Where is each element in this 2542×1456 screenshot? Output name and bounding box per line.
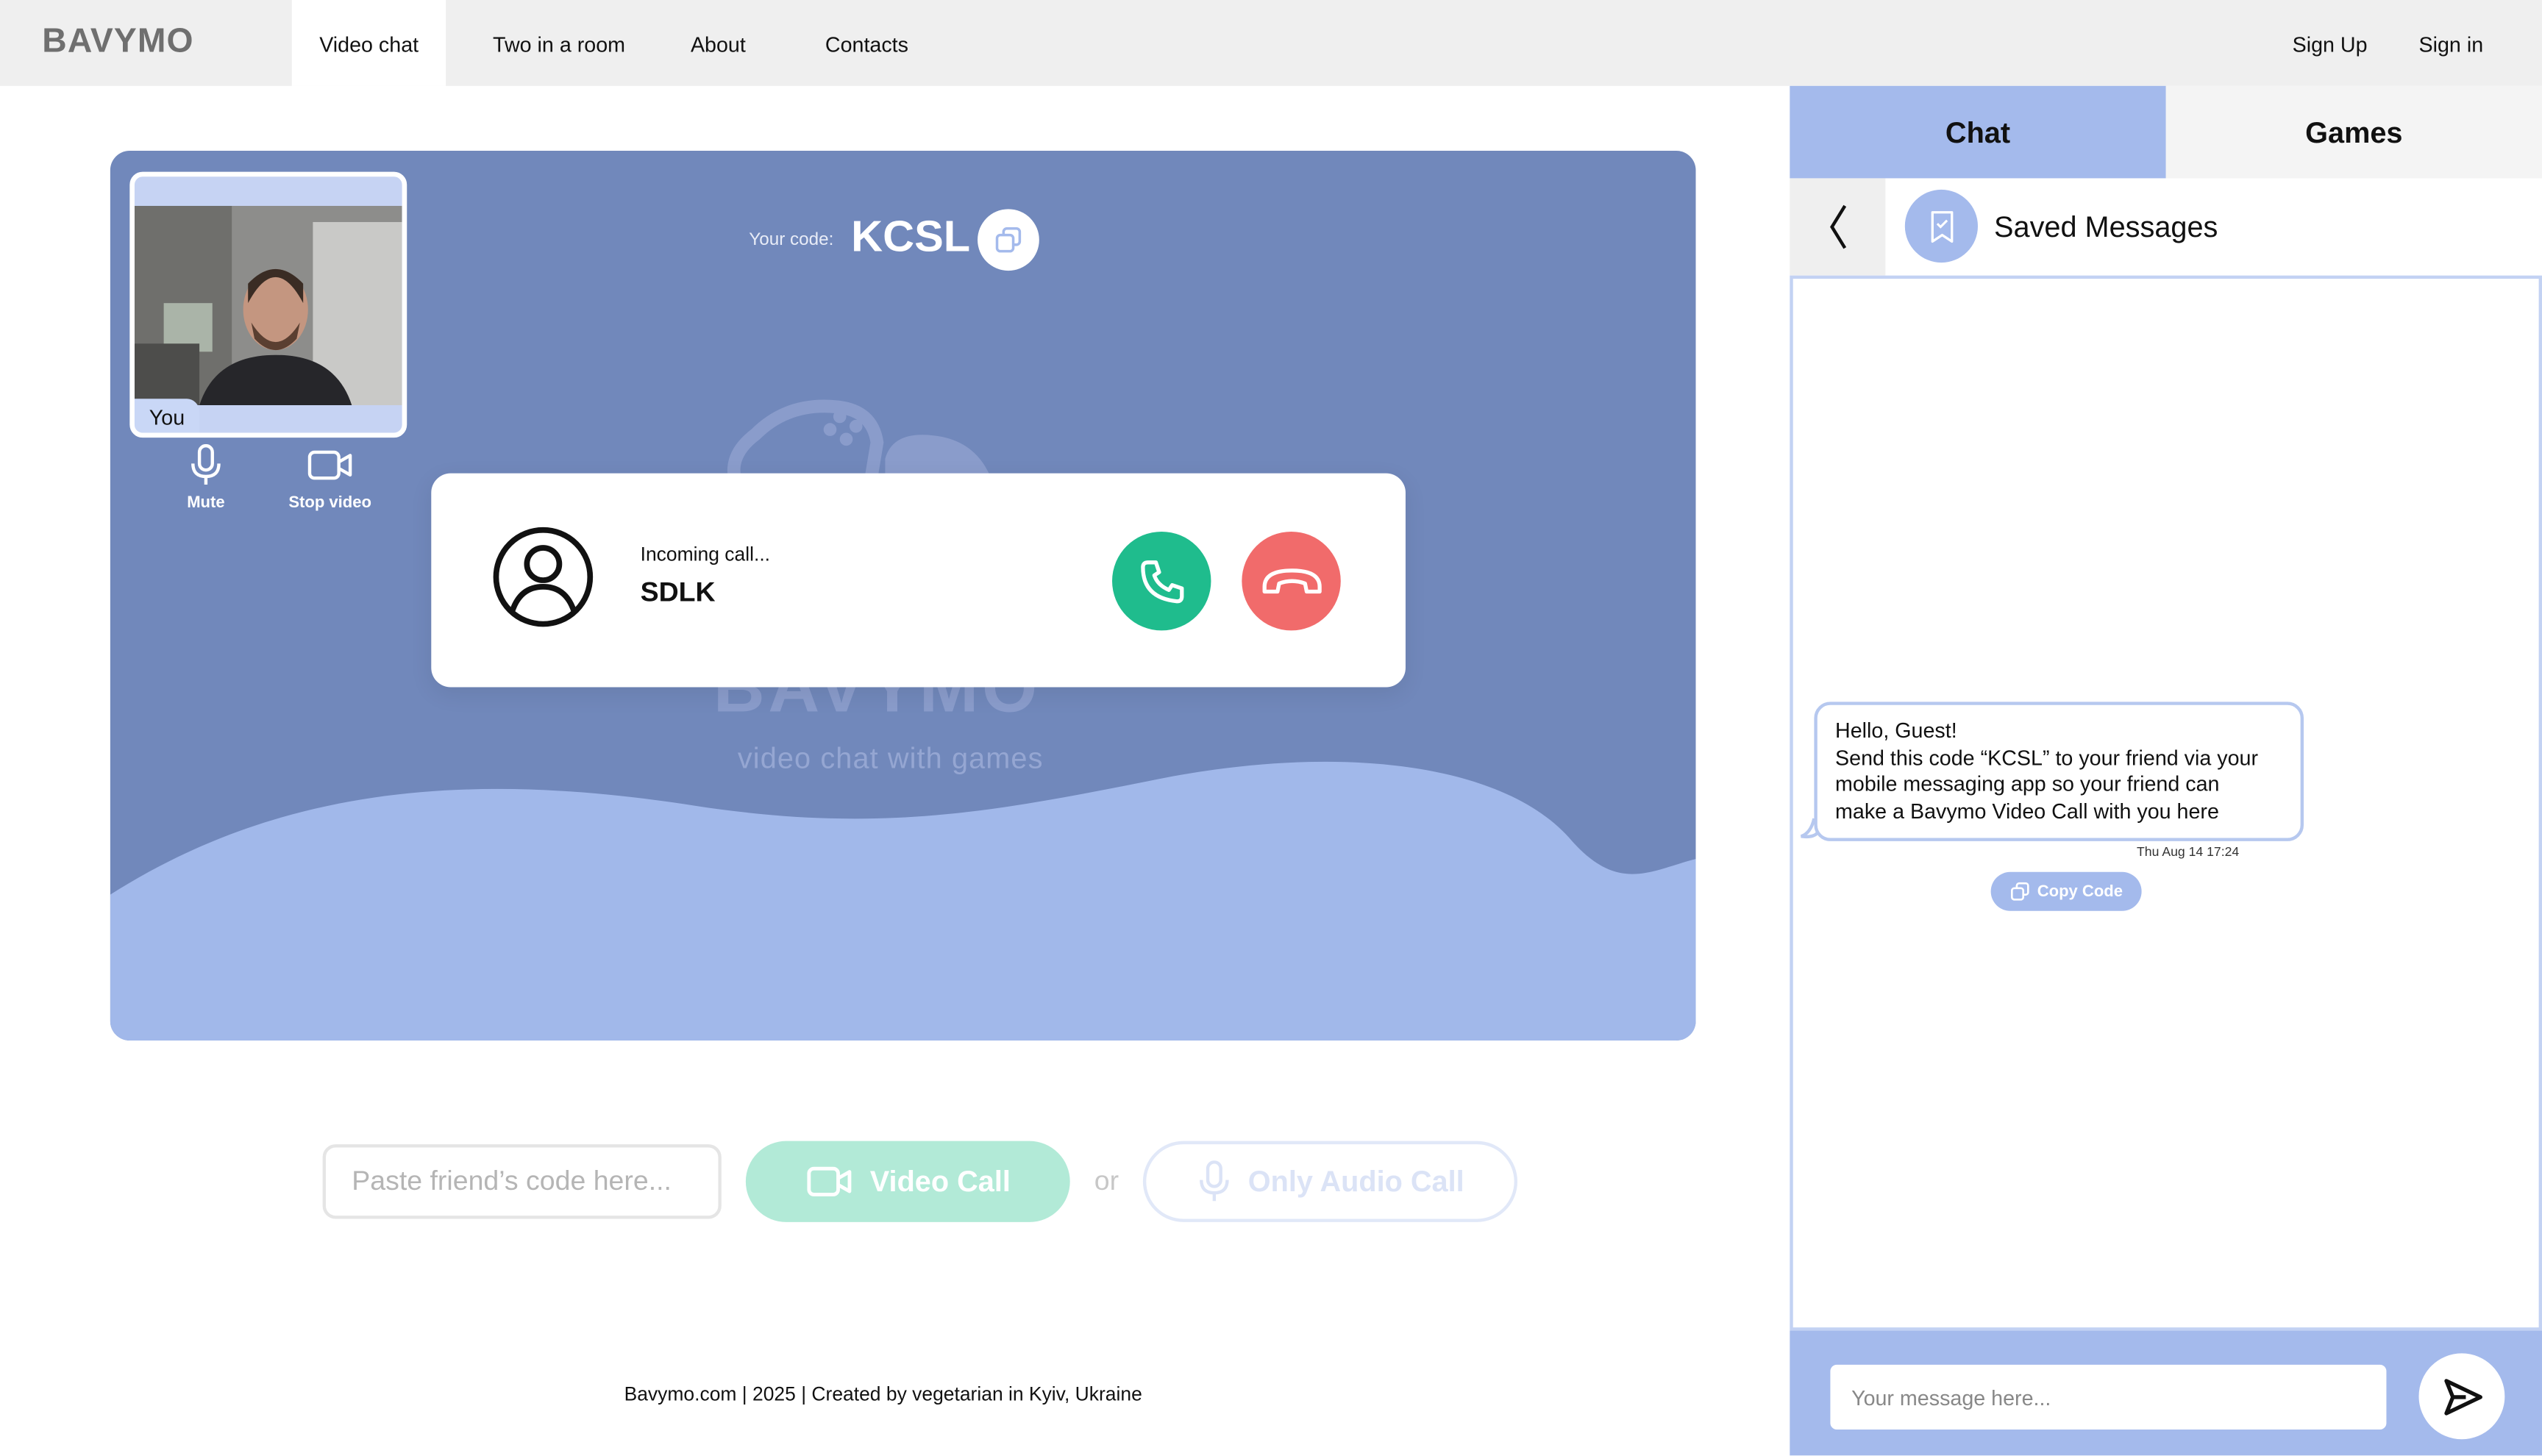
top-navigation: BAVYMO Video chat Two in a room About Co… <box>0 0 2542 86</box>
self-camera-feed <box>134 205 402 406</box>
message-bubble: Hello, Guest! Send this code “KCSL” to y… <box>1814 702 2304 841</box>
hang-up-icon <box>1261 568 1321 593</box>
chevron-left-icon <box>1829 204 1846 249</box>
bookmark-icon <box>1930 210 1953 242</box>
tab-chat[interactable]: Chat <box>1790 85 2166 179</box>
nav-two-in-a-room[interactable]: Two in a room <box>493 0 625 86</box>
message-line: Send this code “KCSL” to your friend via… <box>1835 744 2259 769</box>
copy-icon <box>2010 882 2029 901</box>
send-button[interactable] <box>2418 1353 2505 1440</box>
video-call-button[interactable]: Video Call <box>745 1141 1070 1222</box>
microphone-icon <box>191 443 221 485</box>
message-list: Hello, Guest! Send this code “KCSL” to y… <box>1790 275 2542 1331</box>
stop-video-button[interactable]: Stop video <box>288 444 372 513</box>
logo[interactable]: BAVYMO <box>42 23 193 62</box>
video-camera-icon <box>806 1166 851 1196</box>
message-line: Hello, Guest! <box>1835 718 1957 743</box>
caller-code: SDLK <box>640 577 716 608</box>
stop-video-label: Stop video <box>288 494 372 513</box>
tab-games[interactable]: Games <box>2165 85 2542 179</box>
wave-decoration <box>110 761 1696 1041</box>
friend-code-input[interactable] <box>322 1144 722 1219</box>
copy-code-button[interactable]: Copy Code <box>1990 871 2142 911</box>
camera-image <box>134 205 402 406</box>
your-code-label: Your code: <box>749 229 834 250</box>
self-label: You <box>134 399 200 433</box>
self-video-preview: You <box>129 171 407 438</box>
video-camera-icon <box>307 450 352 480</box>
app-root: BAVYMO Video chat Two in a room About Co… <box>0 0 2542 1456</box>
audio-call-button[interactable]: Only Audio Call <box>1142 1141 1518 1222</box>
message-timestamp: Thu Aug 14 17:24 <box>2137 844 2240 860</box>
decline-call-button[interactable] <box>1242 531 1341 631</box>
saved-messages-avatar <box>1904 189 1979 263</box>
sign-in-link[interactable]: Sign in <box>2419 0 2484 86</box>
user-avatar-icon <box>493 527 594 627</box>
mute-button[interactable]: Mute <box>186 443 225 513</box>
accept-call-button[interactable] <box>1112 531 1211 631</box>
message-line: mobile messaging app so your friend can <box>1835 771 2220 796</box>
conversation-header: Saved Messages <box>1790 178 2542 276</box>
nav-about[interactable]: About <box>691 0 746 86</box>
incoming-call-status: Incoming call... <box>640 543 771 566</box>
microphone-icon <box>1199 1160 1229 1202</box>
chat-panel: Chat Games Saved Messages Hello, Guest! … <box>1790 85 2542 1456</box>
nav-contacts[interactable]: Contacts <box>825 0 908 86</box>
nav-video-chat[interactable]: Video chat <box>291 0 446 86</box>
message-input[interactable] <box>1830 1364 2387 1430</box>
conversation-title: Saved Messages <box>1994 210 2218 243</box>
copy-code-icon-button[interactable] <box>978 209 1039 271</box>
phone-icon <box>1140 560 1183 603</box>
send-icon <box>2443 1378 2482 1415</box>
video-call-label: Video Call <box>869 1164 1011 1197</box>
back-button[interactable] <box>1790 178 1886 276</box>
mute-label: Mute <box>187 494 225 513</box>
audio-call-label: Only Audio Call <box>1247 1164 1464 1197</box>
your-code-value: KCSL <box>851 212 971 261</box>
copy-icon <box>995 227 1022 253</box>
copy-code-label: Copy Code <box>2037 882 2123 901</box>
sign-up-link[interactable]: Sign Up <box>2293 0 2368 86</box>
message-line: make a Bavymo Video Call with you here <box>1835 798 2219 823</box>
message-composer <box>1790 1330 2542 1456</box>
or-separator: or <box>1094 1165 1119 1196</box>
incoming-call-card: Incoming call... SDLK <box>431 473 1406 688</box>
footer-text: Bavymo.com | 2025 | Created by vegetaria… <box>624 1382 1142 1405</box>
